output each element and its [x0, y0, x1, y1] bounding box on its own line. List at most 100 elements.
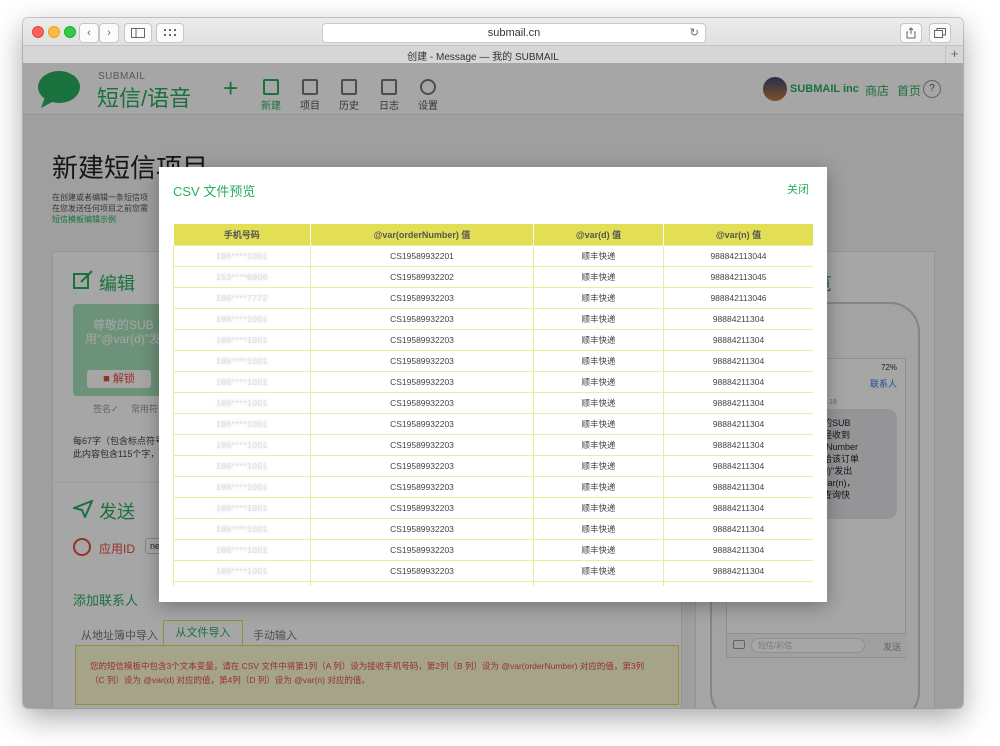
d-cell: 顺丰快递	[533, 391, 664, 414]
phone-cell: 186****7772	[173, 286, 311, 309]
d-cell: 顺丰快递	[533, 244, 664, 267]
sidebar-button[interactable]	[124, 23, 152, 43]
d-cell: 顺丰快递	[533, 265, 664, 288]
n-cell: 98884211304	[663, 559, 813, 582]
d-cell: 顺丰快递	[533, 328, 664, 351]
d-cell	[533, 580, 664, 586]
url-text: submail.cn	[487, 27, 541, 39]
phone-cell: 153****6906	[173, 265, 311, 288]
order-number-cell: CS19589932203	[310, 538, 534, 561]
back-button[interactable]: ‹	[79, 23, 99, 43]
phone-cell: 186****1001	[173, 559, 311, 582]
d-cell: 顺丰快递	[533, 370, 664, 393]
csv-table-wrap[interactable]: 手机号码 @var(orderNumber) 值 @var(d) 值 @var(…	[173, 224, 813, 586]
reload-icon[interactable]: ↻	[690, 24, 699, 42]
table-row: 186****1001 CS19589932203 顺丰快递 98884211304	[173, 517, 813, 540]
n-cell	[663, 580, 813, 586]
table-row: 186****1001 CS19589932203 顺丰快递 98884211304	[173, 454, 813, 477]
order-number-cell: CS19589932203	[310, 370, 534, 393]
d-cell: 顺丰快递	[533, 286, 664, 309]
tabs-overview-button[interactable]	[929, 23, 951, 43]
table-row: 186****1001 CS19589932203 顺丰快递 98884211304	[173, 370, 813, 393]
browser-toolbar: ‹ › submail.cn ↻ 创建 - Message — 我的 SUBMA…	[23, 18, 963, 63]
d-cell: 顺丰快递	[533, 517, 664, 540]
n-cell: 98884211304	[663, 475, 813, 498]
col-header-d: @var(d) 值	[533, 224, 664, 245]
grid-button[interactable]	[156, 23, 184, 43]
phone-cell: 186****1001	[173, 475, 311, 498]
minimize-window-button[interactable]	[48, 26, 60, 38]
d-cell: 顺丰快递	[533, 538, 664, 561]
n-cell: 988842113044	[663, 244, 813, 267]
order-number-cell: CS19589932203	[310, 517, 534, 540]
phone-cell: 186****1001	[173, 412, 311, 435]
table-row: 186****1001	[173, 580, 813, 586]
forward-button[interactable]: ›	[99, 23, 119, 43]
modal-close-button[interactable]: 关闭	[787, 181, 809, 197]
order-number-cell: CS19589932202	[310, 265, 534, 288]
n-cell: 98884211304	[663, 433, 813, 456]
table-row: 186****1001 CS19589932203 顺丰快递 98884211304	[173, 307, 813, 330]
share-icon	[906, 27, 916, 39]
phone-cell: 186****1001	[173, 307, 311, 330]
tabs-icon	[934, 28, 946, 38]
csv-preview-modal: CSV 文件预览 关闭 手机号码 @var(orderNumber) 值 @va…	[159, 167, 827, 602]
order-number-cell: CS19589932203	[310, 307, 534, 330]
phone-cell: 186****1001	[173, 349, 311, 372]
tab-title[interactable]: 创建 - Message — 我的 SUBMAIL	[23, 48, 943, 63]
tab-bar: 创建 - Message — 我的 SUBMAIL +	[23, 45, 963, 63]
d-cell: 顺丰快递	[533, 349, 664, 372]
phone-cell: 186****1001	[173, 496, 311, 519]
table-row: 153****6906 CS19589932202 顺丰快递 988842113045	[173, 265, 813, 288]
col-header-order-number: @var(orderNumber) 值	[310, 224, 534, 245]
order-number-cell: CS19589932203	[310, 475, 534, 498]
n-cell: 988842113046	[663, 286, 813, 309]
order-number-cell: CS19589932203	[310, 391, 534, 414]
table-row: 186****1001 CS19589932203 顺丰快递 98884211304	[173, 433, 813, 456]
d-cell: 顺丰快递	[533, 559, 664, 582]
share-button[interactable]	[900, 23, 922, 43]
col-header-phone: 手机号码	[173, 224, 311, 245]
n-cell: 98884211304	[663, 349, 813, 372]
zoom-window-button[interactable]	[64, 26, 76, 38]
table-row: 186****1001 CS19589932203 顺丰快递 98884211304	[173, 391, 813, 414]
n-cell: 98884211304	[663, 454, 813, 477]
n-cell: 98884211304	[663, 517, 813, 540]
order-number-cell: CS19589932203	[310, 412, 534, 435]
close-window-button[interactable]	[32, 26, 44, 38]
d-cell: 顺丰快递	[533, 475, 664, 498]
phone-cell: 186****1001	[173, 328, 311, 351]
n-cell: 98884211304	[663, 412, 813, 435]
table-row: 186****7772 CS19589932203 顺丰快递 988842113046	[173, 286, 813, 309]
order-number-cell: CS19589932203	[310, 328, 534, 351]
n-cell: 98884211304	[663, 496, 813, 519]
phone-cell: 186****1001	[173, 538, 311, 561]
order-number-cell: CS19589932203	[310, 559, 534, 582]
table-row: 186****1001 CS19589932203 顺丰快递 98884211304	[173, 538, 813, 561]
table-body: 186****1001 CS19589932201 顺丰快递 988842113044…	[173, 244, 813, 586]
phone-cell: 186****1001	[173, 244, 311, 267]
n-cell: 98884211304	[663, 391, 813, 414]
phone-cell: 186****1001	[173, 370, 311, 393]
d-cell: 顺丰快递	[533, 433, 664, 456]
address-bar[interactable]: submail.cn ↻	[322, 23, 706, 43]
col-header-n: @var(n) 值	[663, 224, 813, 245]
new-tab-button[interactable]: +	[945, 46, 963, 63]
table-row: 186****1001 CS19589932203 顺丰快递 98884211304	[173, 496, 813, 519]
order-number-cell: CS19589932201	[310, 244, 534, 267]
browser-window: ‹ › submail.cn ↻ 创建 - Message — 我的 SUBMA…	[23, 18, 963, 708]
d-cell: 顺丰快递	[533, 412, 664, 435]
order-number-cell	[310, 580, 534, 586]
phone-cell: 186****1001	[173, 580, 311, 586]
sidebar-icon	[131, 28, 145, 38]
d-cell: 顺丰快递	[533, 496, 664, 519]
order-number-cell: CS19589932203	[310, 286, 534, 309]
table-row: 186****1001 CS19589932203 顺丰快递 98884211304	[173, 559, 813, 582]
table-row: 186****1001 CS19589932203 顺丰快递 98884211304	[173, 328, 813, 351]
web-page: SUBMAIL 短信/语音 + 新建 项目 历史 日志 设置 SUBMAIL i…	[23, 63, 963, 708]
phone-cell: 186****1001	[173, 517, 311, 540]
n-cell: 98884211304	[663, 307, 813, 330]
table-row: 186****1001 CS19589932203 顺丰快递 98884211304	[173, 475, 813, 498]
order-number-cell: CS19589932203	[310, 496, 534, 519]
n-cell: 98884211304	[663, 328, 813, 351]
